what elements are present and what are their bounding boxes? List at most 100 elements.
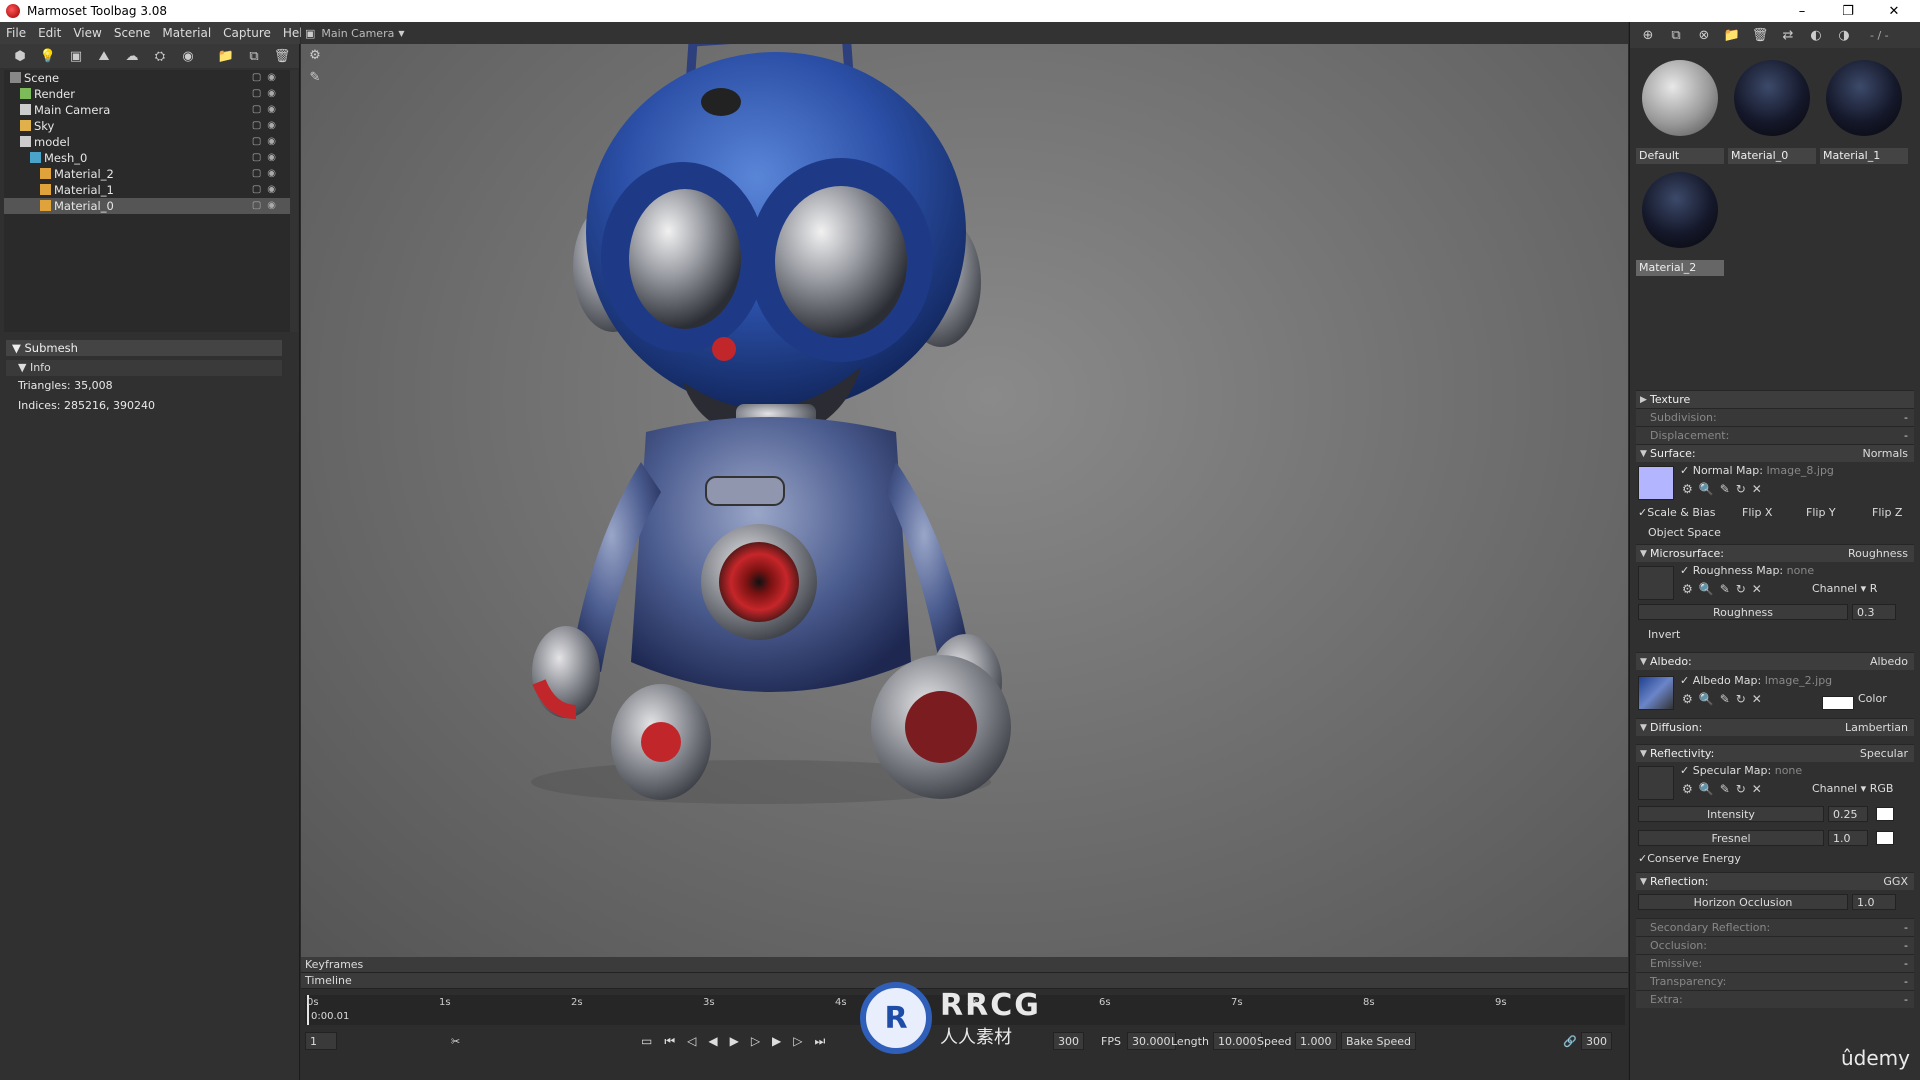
normal-map-thumbnail[interactable] <box>1638 466 1674 500</box>
tree-item-material-0[interactable]: Material_0 ▢◉ <box>4 198 290 214</box>
roughness-slider[interactable]: Roughness <box>1638 604 1848 620</box>
material-thumbnail[interactable]: Default <box>1636 56 1724 164</box>
tree-item-model[interactable]: model ▢◉ <box>4 134 290 150</box>
flip-x-checkbox[interactable]: Flip X <box>1742 506 1772 519</box>
keyframes-header[interactable]: Keyframes <box>301 957 1628 973</box>
reflectivity-section[interactable]: ▼ Reflectivity: Specular <box>1636 744 1914 762</box>
bake-speed-button[interactable]: Bake Speed <box>1341 1032 1417 1050</box>
menu-material[interactable]: Material <box>156 26 217 40</box>
folder-icon[interactable]: 📁 <box>212 45 240 67</box>
menu-scene[interactable]: Scene <box>108 26 157 40</box>
reflection-value[interactable]: GGX <box>1883 873 1908 891</box>
fresnel-slider[interactable]: Fresnel <box>1638 830 1824 846</box>
fps-field[interactable]: 30.000 <box>1127 1032 1176 1050</box>
roughness-map-tools[interactable]: ⚙🔍✎↻✕ <box>1682 582 1768 596</box>
tree-item-scene[interactable]: Scene ▢◉ <box>4 70 290 86</box>
frame-field[interactable]: 1 <box>305 1032 337 1050</box>
lock-visibility-icons[interactable]: ▢◉ <box>252 150 282 166</box>
flip-y-checkbox[interactable]: Flip Y <box>1806 506 1836 519</box>
settings-icon[interactable]: ⚙ <box>301 44 329 66</box>
transparency-section[interactable]: Transparency: - <box>1636 972 1914 990</box>
menu-file[interactable]: File <box>0 26 32 40</box>
lock-visibility-icons[interactable]: ▢◉ <box>252 70 282 86</box>
diffusion-value[interactable]: Lambertian <box>1845 719 1908 737</box>
menu-capture[interactable]: Capture <box>217 26 277 40</box>
specular-map-thumbnail[interactable] <box>1638 766 1674 800</box>
add-shadow-catcher-icon[interactable]: ⛰ <box>90 45 118 67</box>
intensity-color-swatch[interactable] <box>1876 807 1894 821</box>
albedo-color-swatch[interactable] <box>1822 696 1854 710</box>
normal-map-file[interactable]: Image_8.jpg <box>1766 464 1833 477</box>
add-turntable-icon[interactable]: ⛭ <box>146 45 174 67</box>
close-button[interactable]: ✕ <box>1872 0 1916 22</box>
tree-scrollbar[interactable] <box>290 70 298 332</box>
lock-visibility-icons[interactable]: ▢◉ <box>252 86 282 102</box>
albedo-map-thumbnail[interactable] <box>1638 676 1674 710</box>
microsurface-value[interactable]: Roughness <box>1848 545 1908 563</box>
tree-item-render[interactable]: Render ▢◉ <box>4 86 290 102</box>
lock-visibility-icons[interactable]: ▢◉ <box>252 198 282 214</box>
delete-icon[interactable]: 🗑 <box>268 45 296 67</box>
specular-channel[interactable]: Channel ▾ RGB <box>1812 782 1893 795</box>
invert-checkbox[interactable]: Invert <box>1648 628 1680 641</box>
duplicate-material-icon[interactable]: ⧉ <box>1662 24 1690 46</box>
add-sky-icon[interactable]: ◉ <box>174 45 202 67</box>
intensity-value[interactable]: 0.25 <box>1828 806 1868 822</box>
lock-visibility-icons[interactable]: ▢◉ <box>252 134 282 150</box>
texture-section[interactable]: ▶ Texture <box>1636 390 1914 408</box>
fresnel-color-swatch[interactable] <box>1876 831 1894 845</box>
displacement-section[interactable]: Displacement: - <box>1636 426 1914 444</box>
surface-section[interactable]: ▼ Surface: Normals <box>1636 444 1914 462</box>
add-camera-icon[interactable]: ▣ <box>62 45 90 67</box>
link-icon[interactable]: 🔗 <box>1563 1035 1577 1048</box>
tree-item-material-2[interactable]: Material_2 ▢◉ <box>4 166 290 182</box>
reflection-section[interactable]: ▼ Reflection: GGX <box>1636 872 1914 890</box>
conserve-energy-checkbox[interactable]: ✓Conserve Energy <box>1638 852 1741 865</box>
assign-material-icon[interactable]: ⇄ <box>1774 24 1802 46</box>
albedo-map-tools[interactable]: ⚙🔍✎↻✕ <box>1682 692 1768 706</box>
roughness-channel[interactable]: Channel ▾ R <box>1812 582 1877 595</box>
tree-item-main-camera[interactable]: Main Camera ▢◉ <box>4 102 290 118</box>
add-material-icon[interactable]: ⊕ <box>1634 24 1662 46</box>
open-material-icon[interactable]: 📁 <box>1718 24 1746 46</box>
albedo-value[interactable]: Albedo <box>1870 653 1908 671</box>
fresnel-value[interactable]: 1.0 <box>1828 830 1868 846</box>
microsurface-section[interactable]: ▼ Microsurface: Roughness <box>1636 544 1914 562</box>
lock-visibility-icons[interactable]: ▢◉ <box>252 102 282 118</box>
emissive-section[interactable]: Emissive: - <box>1636 954 1914 972</box>
albedo-map-file[interactable]: Image_2.jpg <box>1765 674 1832 687</box>
tree-item-mesh-0[interactable]: Mesh_0 ▢◉ <box>4 150 290 166</box>
3d-viewport[interactable] <box>301 22 1628 957</box>
normal-map-tools[interactable]: ⚙🔍✎↻✕ <box>1682 482 1768 496</box>
object-space-checkbox[interactable]: Object Space <box>1648 526 1721 539</box>
albedo-section[interactable]: ▼ Albedo: Albedo <box>1636 652 1914 670</box>
camera-selector[interactable]: Main Camera <box>321 27 394 40</box>
frames-total[interactable]: 300 <box>1053 1032 1084 1050</box>
horizon-occlusion-slider[interactable]: Horizon Occlusion <box>1638 894 1848 910</box>
material-thumbnail[interactable]: Material_1 <box>1820 56 1908 164</box>
submesh-header[interactable]: ▼ Submesh <box>6 340 282 356</box>
add-fog-icon[interactable]: ☁ <box>118 45 146 67</box>
menu-edit[interactable]: Edit <box>32 26 67 40</box>
length-field[interactable]: 10.000 <box>1213 1032 1262 1050</box>
preview-material-icon[interactable]: ◐ <box>1802 24 1830 46</box>
delete-material-icon[interactable]: 🗑 <box>1746 24 1774 46</box>
secondary-reflection-section[interactable]: Secondary Reflection: - <box>1636 918 1914 936</box>
horizon-occlusion-value[interactable]: 1.0 <box>1852 894 1896 910</box>
subdivision-section[interactable]: Subdivision: - <box>1636 408 1914 426</box>
add-light-icon[interactable]: 💡 <box>34 45 62 67</box>
scale-bias-checkbox[interactable]: ✓Scale & Bias <box>1638 506 1715 519</box>
add-mesh-icon[interactable]: ⬢ <box>6 45 34 67</box>
occlusion-section[interactable]: Occlusion: - <box>1636 936 1914 954</box>
diffusion-section[interactable]: ▼ Diffusion: Lambertian <box>1636 718 1914 736</box>
lock-visibility-icons[interactable]: ▢◉ <box>252 166 282 182</box>
minimize-button[interactable]: – <box>1780 0 1824 22</box>
extra-section[interactable]: Extra: - <box>1636 990 1914 1008</box>
roughness-map-thumbnail[interactable] <box>1638 566 1674 600</box>
roughness-value[interactable]: 0.3 <box>1852 604 1896 620</box>
tree-item-material-1[interactable]: Material_1 ▢◉ <box>4 182 290 198</box>
pick-material-icon[interactable]: ⊗ <box>1690 24 1718 46</box>
roughness-map-file[interactable]: none <box>1787 564 1814 577</box>
specular-map-tools[interactable]: ⚙🔍✎↻✕ <box>1682 782 1768 796</box>
reflectivity-value[interactable]: Specular <box>1860 745 1908 763</box>
